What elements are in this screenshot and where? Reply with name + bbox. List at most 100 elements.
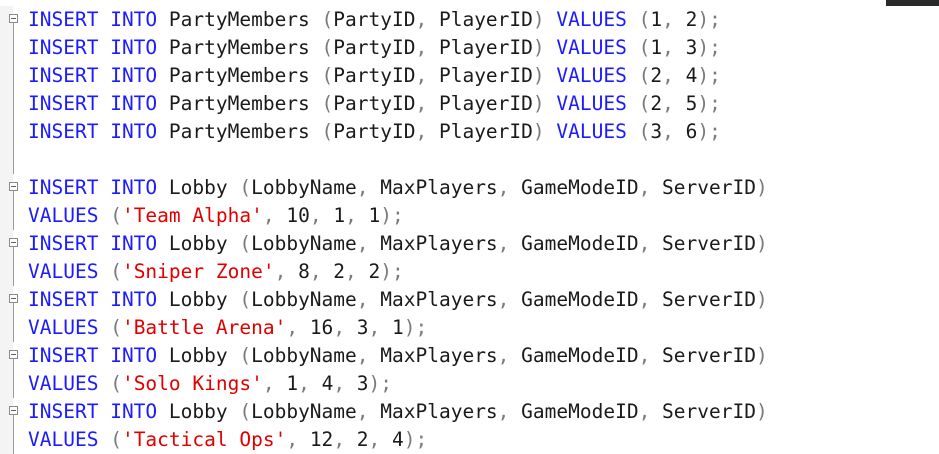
punctuation: ) bbox=[532, 64, 545, 87]
punctuation: ( bbox=[110, 428, 122, 451]
identifier: PartyMembers bbox=[157, 36, 322, 59]
punctuation: ( bbox=[321, 36, 334, 59]
punctuation: ; bbox=[415, 428, 428, 451]
identifier bbox=[545, 36, 557, 59]
punctuation: ) bbox=[380, 260, 393, 283]
sql-keyword: VALUES bbox=[28, 204, 99, 227]
punctuation: , bbox=[497, 176, 510, 199]
identifier bbox=[627, 64, 639, 87]
code-line[interactable]: VALUES ('Solo Kings', 1, 4, 3); bbox=[0, 370, 939, 398]
identifier: PartyID bbox=[333, 92, 416, 115]
identifier: Lobby bbox=[157, 288, 240, 311]
collapse-toggle-icon[interactable] bbox=[9, 182, 18, 191]
string-literal: 'Team Alpha' bbox=[121, 204, 263, 227]
number-literal: 3 bbox=[345, 372, 369, 395]
fold-rail bbox=[13, 34, 14, 62]
identifier bbox=[98, 428, 110, 451]
identifier: Lobby bbox=[157, 344, 240, 367]
identifier bbox=[545, 120, 557, 143]
fold-rail bbox=[13, 247, 14, 258]
code-line[interactable]: INSERT INTO PartyMembers (PartyID, Playe… bbox=[0, 34, 939, 62]
number-literal: 3 bbox=[345, 316, 369, 339]
code-line[interactable]: INSERT INTO Lobby (LobbyName, MaxPlayers… bbox=[0, 342, 939, 370]
fold-rail bbox=[13, 146, 14, 174]
identifier bbox=[545, 8, 557, 31]
identifier: PartyMembers bbox=[157, 92, 322, 115]
string-literal: 'Sniper Zone' bbox=[121, 260, 275, 283]
punctuation: ; bbox=[709, 36, 721, 59]
identifier bbox=[627, 120, 639, 143]
identifier bbox=[98, 36, 110, 59]
punctuation: ( bbox=[638, 120, 651, 143]
punctuation: , bbox=[368, 428, 381, 451]
code-text: INSERT INTO PartyMembers (PartyID, Playe… bbox=[28, 36, 721, 60]
number-literal: 2 bbox=[321, 260, 346, 283]
punctuation: , bbox=[662, 92, 674, 115]
code-line[interactable]: VALUES ('Tactical Ops', 12, 2, 4); bbox=[0, 426, 939, 454]
identifier: ServerID bbox=[650, 232, 756, 255]
collapse-toggle-icon[interactable] bbox=[9, 406, 18, 415]
collapse-toggle-icon[interactable] bbox=[9, 238, 18, 247]
fold-rail bbox=[13, 359, 14, 370]
identifier: GameModeID bbox=[509, 400, 639, 423]
code-line[interactable] bbox=[0, 146, 939, 174]
code-line[interactable]: INSERT INTO Lobby (LobbyName, MaxPlayers… bbox=[0, 398, 939, 426]
punctuation: , bbox=[309, 204, 322, 227]
code-text: INSERT INTO Lobby (LobbyName, MaxPlayers… bbox=[28, 288, 768, 312]
punctuation: ( bbox=[638, 64, 651, 87]
collapse-toggle-icon[interactable] bbox=[9, 14, 18, 23]
identifier bbox=[98, 344, 110, 367]
punctuation: , bbox=[662, 120, 674, 143]
number-literal: 4 bbox=[309, 372, 334, 395]
sql-keyword: VALUES bbox=[556, 64, 627, 87]
punctuation: , bbox=[638, 288, 651, 311]
code-line[interactable]: VALUES ('Sniper Zone', 8, 2, 2); bbox=[0, 258, 939, 286]
code-line[interactable]: INSERT INTO Lobby (LobbyName, MaxPlayers… bbox=[0, 286, 939, 314]
code-line[interactable]: INSERT INTO PartyMembers (PartyID, Playe… bbox=[0, 118, 939, 146]
punctuation: , bbox=[298, 372, 310, 395]
identifier bbox=[98, 8, 110, 31]
identifier bbox=[98, 232, 110, 255]
punctuation: ( bbox=[638, 8, 651, 31]
code-line[interactable]: INSERT INTO Lobby (LobbyName, MaxPlayers… bbox=[0, 174, 939, 202]
identifier bbox=[98, 400, 110, 423]
code-line[interactable]: VALUES ('Battle Arena', 16, 3, 1); bbox=[0, 314, 939, 342]
collapse-toggle-icon[interactable] bbox=[9, 350, 18, 359]
identifier: GameModeID bbox=[509, 288, 639, 311]
number-literal: 1 bbox=[650, 36, 663, 59]
punctuation: ; bbox=[709, 120, 721, 143]
code-line[interactable]: INSERT INTO Lobby (LobbyName, MaxPlayers… bbox=[0, 230, 939, 258]
sql-keyword: INTO bbox=[110, 8, 158, 31]
code-line[interactable]: INSERT INTO PartyMembers (PartyID, Playe… bbox=[0, 90, 939, 118]
number-literal: 2 bbox=[650, 92, 663, 115]
identifier: MaxPlayers bbox=[368, 232, 498, 255]
punctuation: ) bbox=[697, 64, 710, 87]
punctuation: ( bbox=[638, 92, 651, 115]
code-line[interactable]: INSERT INTO PartyMembers (PartyID, Playe… bbox=[0, 62, 939, 90]
identifier: PartyID bbox=[333, 36, 416, 59]
identifier: PartyMembers bbox=[157, 64, 322, 87]
punctuation: , bbox=[638, 176, 651, 199]
fold-rail bbox=[13, 258, 14, 286]
code-line[interactable]: INSERT INTO PartyMembers (PartyID, Playe… bbox=[0, 6, 939, 34]
punctuation: ( bbox=[239, 400, 252, 423]
sql-keyword: INTO bbox=[110, 232, 158, 255]
sql-editor[interactable]: INSERT INTO PartyMembers (PartyID, Playe… bbox=[0, 6, 939, 454]
collapse-toggle-icon[interactable] bbox=[9, 294, 18, 303]
punctuation: , bbox=[497, 400, 510, 423]
punctuation: ( bbox=[110, 372, 122, 395]
fold-rail bbox=[13, 370, 14, 398]
sql-keyword: VALUES bbox=[556, 8, 627, 31]
punctuation: , bbox=[497, 344, 510, 367]
identifier bbox=[98, 176, 110, 199]
code-text: VALUES ('Solo Kings', 1, 4, 3); bbox=[28, 372, 392, 396]
code-text: INSERT INTO Lobby (LobbyName, MaxPlayers… bbox=[28, 344, 768, 368]
code-line[interactable]: VALUES ('Team Alpha', 10, 1, 1); bbox=[0, 202, 939, 230]
code-text: INSERT INTO Lobby (LobbyName, MaxPlayers… bbox=[28, 232, 768, 256]
code-text: VALUES ('Sniper Zone', 8, 2, 2); bbox=[28, 260, 404, 284]
number-literal: 4 bbox=[673, 64, 698, 87]
punctuation: ) bbox=[755, 344, 768, 367]
number-literal: 3 bbox=[650, 120, 663, 143]
punctuation: ( bbox=[321, 8, 334, 31]
punctuation: , bbox=[274, 260, 287, 283]
